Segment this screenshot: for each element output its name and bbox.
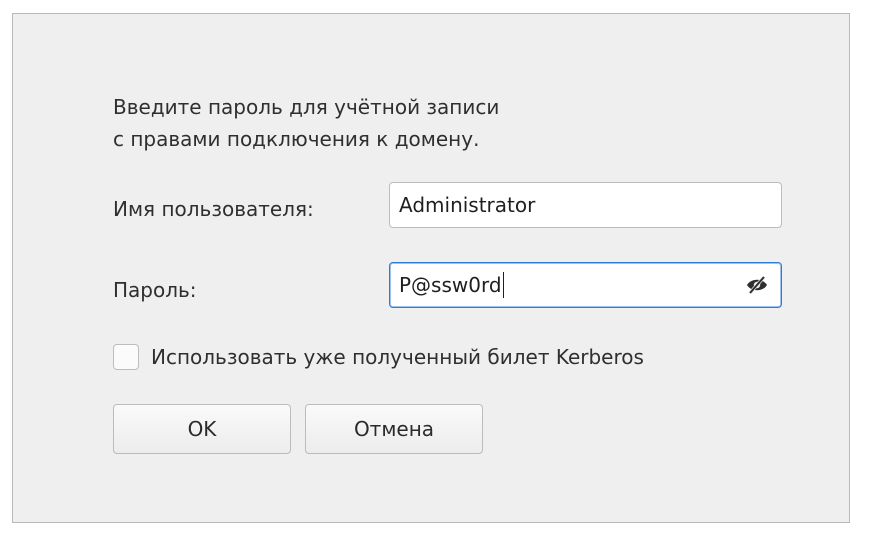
username-label: Имя пользователя: [113, 197, 314, 221]
kerberos-option[interactable]: Использовать уже полученный билет Kerber… [113, 344, 644, 370]
username-value: Administrator [399, 193, 536, 217]
prompt-line-1: Введите пароль для учётной записи [113, 95, 500, 119]
kerberos-checkbox-label: Использовать уже полученный билет Kerber… [151, 345, 644, 369]
ok-button[interactable]: OK [113, 404, 291, 454]
cancel-button[interactable]: Отмена [305, 404, 483, 454]
password-label: Пароль: [113, 278, 197, 302]
kerberos-checkbox[interactable] [113, 344, 139, 370]
password-input[interactable]: P@ssw0rd [389, 262, 782, 308]
text-caret [502, 272, 504, 298]
domain-credentials-dialog: Введите пароль для учётной записи с прав… [12, 13, 850, 523]
prompt-text: Введите пароль для учётной записи с прав… [113, 91, 499, 155]
eye-slash-icon[interactable] [745, 274, 769, 296]
prompt-line-2: с правами подключения к домену. [113, 127, 480, 151]
password-value: P@ssw0rd [399, 273, 502, 297]
username-input[interactable]: Administrator [389, 182, 782, 228]
